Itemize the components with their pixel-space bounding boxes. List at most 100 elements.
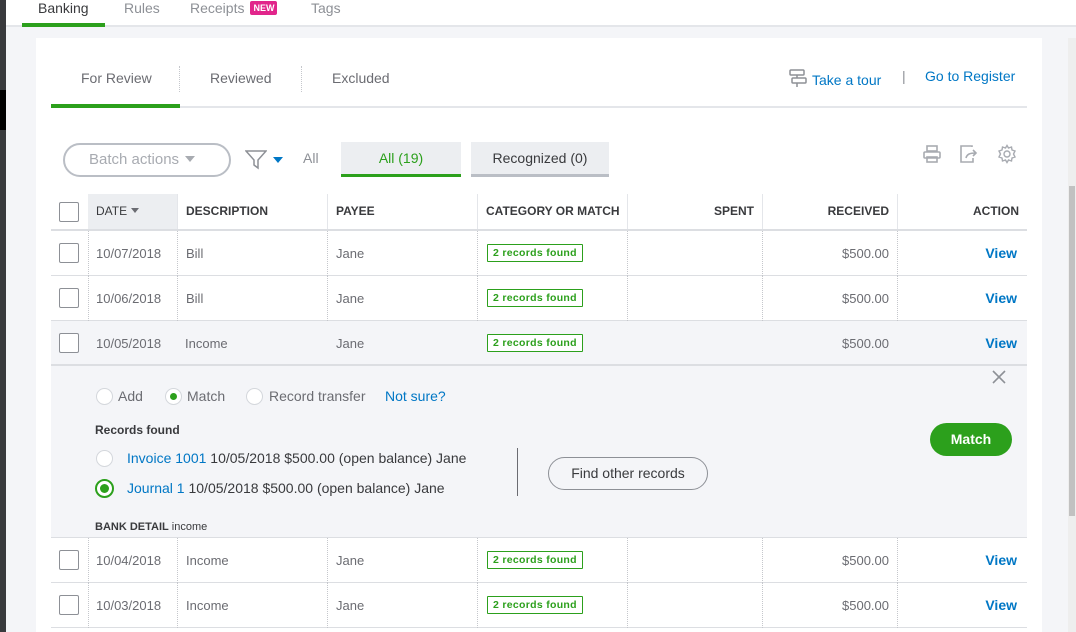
view-link[interactable]: View: [985, 583, 1017, 628]
row-description: Bill: [186, 246, 204, 261]
sort-desc-icon: [131, 208, 140, 213]
row-date: 10/06/2018: [96, 291, 162, 306]
tab-excluded[interactable]: Excluded: [332, 70, 390, 86]
transactions-table: DATE DESCRIPTION PAYEE CATEGORY OR MATCH…: [51, 194, 1027, 628]
new-badge: NEW: [250, 1, 278, 15]
banking-card: For Review Reviewed Excluded Take a tour…: [36, 38, 1042, 632]
row-checkbox[interactable]: [59, 243, 79, 263]
row-received: $500.00: [842, 553, 889, 568]
row-checkbox[interactable]: [59, 550, 79, 570]
table-row[interactable]: 10/04/2018 Income Jane 2 records found $…: [51, 538, 1027, 583]
row-description: Income: [185, 336, 228, 351]
radio-match[interactable]: [165, 388, 182, 405]
tab-label: Receipts: [190, 0, 245, 16]
tab-for-review[interactable]: For Review: [81, 70, 152, 86]
pill-tab-recognized[interactable]: Recognized (0): [471, 142, 609, 177]
filter-icon[interactable]: [244, 150, 268, 175]
row-description: Income: [186, 598, 229, 613]
row-date: 10/04/2018: [96, 553, 162, 568]
gear-icon[interactable]: [997, 144, 1017, 169]
take-tour-label: Take a tour: [812, 71, 882, 88]
row-description: Income: [186, 553, 229, 568]
row-checkbox[interactable]: [59, 333, 79, 353]
row-payee: Jane: [336, 336, 365, 351]
column-label: DATE: [96, 204, 128, 218]
tab-divider: [301, 66, 302, 92]
go-to-register-link[interactable]: Go to Register: [925, 68, 1015, 84]
radio-record-transfer[interactable]: [246, 388, 263, 405]
record-radio-journal[interactable]: [95, 479, 114, 498]
record-radio-invoice[interactable]: [96, 450, 113, 467]
export-icon[interactable]: [958, 144, 980, 169]
radio-add[interactable]: [96, 388, 113, 405]
invoice-link[interactable]: Invoice 1001: [127, 450, 206, 466]
table-row[interactable]: 10/03/2018 Income Jane 2 records found $…: [51, 583, 1027, 628]
take-tour-link[interactable]: Take a tour: [788, 68, 881, 91]
tab-tags[interactable]: Tags: [311, 0, 341, 27]
row-checkbox[interactable]: [59, 288, 79, 308]
record-option-journal: Journal 1 10/05/2018 $500.00 (open balan…: [127, 480, 445, 496]
table-header: DATE DESCRIPTION PAYEE CATEGORY OR MATCH…: [51, 194, 1027, 231]
records-found-badge[interactable]: 2 records found: [487, 289, 583, 307]
radio-record-transfer-label: Record transfer: [269, 388, 366, 404]
journal-link[interactable]: Journal 1: [127, 480, 185, 496]
tab-banking[interactable]: Banking: [22, 0, 105, 27]
tab-reviewed[interactable]: Reviewed: [210, 70, 271, 86]
records-found-badge[interactable]: 2 records found: [487, 596, 583, 614]
close-icon[interactable]: [992, 370, 1006, 389]
column-spent: SPENT: [713, 204, 754, 218]
records-found-badge[interactable]: 2 records found: [487, 334, 583, 352]
table-row[interactable]: 10/07/2018 Bill Jane 2 records found $50…: [51, 231, 1027, 276]
select-all-checkbox[interactable]: [59, 202, 79, 222]
caret-down-icon: [185, 156, 196, 162]
vertical-scrollbar[interactable]: [1068, 38, 1076, 632]
view-link[interactable]: View: [985, 321, 1017, 366]
tab-label: Banking: [38, 0, 89, 16]
not-sure-link[interactable]: Not sure?: [385, 388, 446, 404]
row-received: $500.00: [842, 246, 889, 261]
records-found-title: Records found: [95, 423, 180, 437]
records-found-badge[interactable]: 2 records found: [487, 244, 583, 262]
view-link[interactable]: View: [985, 538, 1017, 583]
tab-rules[interactable]: Rules: [124, 0, 160, 27]
row-payee: Jane: [336, 553, 365, 568]
bank-detail-label: BANK DETAIL: [95, 521, 169, 533]
column-category: CATEGORY OR MATCH: [486, 204, 620, 218]
row-payee: Jane: [336, 291, 365, 306]
active-tab-indicator: [51, 104, 180, 108]
match-detail-panel: Add Match Record transfer Not sure? Reco…: [51, 366, 1027, 538]
find-other-records-button[interactable]: Find other records: [548, 457, 708, 490]
tab-divider: [179, 66, 180, 92]
batch-actions-label: Batch actions: [89, 151, 180, 168]
view-link[interactable]: View: [985, 276, 1017, 321]
filter-value: All: [303, 150, 319, 166]
match-button[interactable]: Match: [930, 423, 1012, 456]
row-received: $500.00: [842, 291, 889, 306]
records-found-badge[interactable]: 2 records found: [487, 551, 583, 569]
column-received: RECEIVED: [827, 204, 889, 218]
column-description: DESCRIPTION: [186, 204, 269, 218]
table-row-expanded[interactable]: 10/05/2018 Income Jane 2 records found $…: [51, 321, 1027, 366]
tab-label: Tags: [311, 0, 341, 16]
row-date: 10/05/2018: [96, 336, 162, 351]
row-payee: Jane: [336, 598, 365, 613]
tab-label: Rules: [124, 0, 160, 16]
vertical-divider: [517, 448, 518, 496]
record-option-invoice: Invoice 1001 10/05/2018 $500.00 (open ba…: [127, 450, 466, 466]
top-tab-bar: Banking Rules Receipts NEW Tags: [6, 0, 1076, 27]
tab-receipts[interactable]: Receipts NEW: [190, 0, 278, 27]
row-received: $500.00: [842, 336, 889, 351]
record-details: 10/05/2018 $500.00 (open balance) Jane: [210, 450, 467, 466]
view-link[interactable]: View: [985, 231, 1017, 276]
pill-tab-all[interactable]: All (19): [341, 142, 461, 177]
row-date: 10/07/2018: [96, 246, 162, 261]
table-row[interactable]: 10/06/2018 Bill Jane 2 records found $50…: [51, 276, 1027, 321]
print-icon[interactable]: [922, 144, 942, 169]
row-checkbox[interactable]: [59, 595, 79, 615]
scrollbar-thumb[interactable]: [1069, 186, 1075, 516]
column-date[interactable]: DATE: [88, 194, 177, 229]
filter-caret-icon[interactable]: [273, 157, 283, 163]
radio-add-label: Add: [118, 388, 143, 404]
batch-actions-button[interactable]: Batch actions: [63, 143, 231, 177]
row-received: $500.00: [842, 598, 889, 613]
